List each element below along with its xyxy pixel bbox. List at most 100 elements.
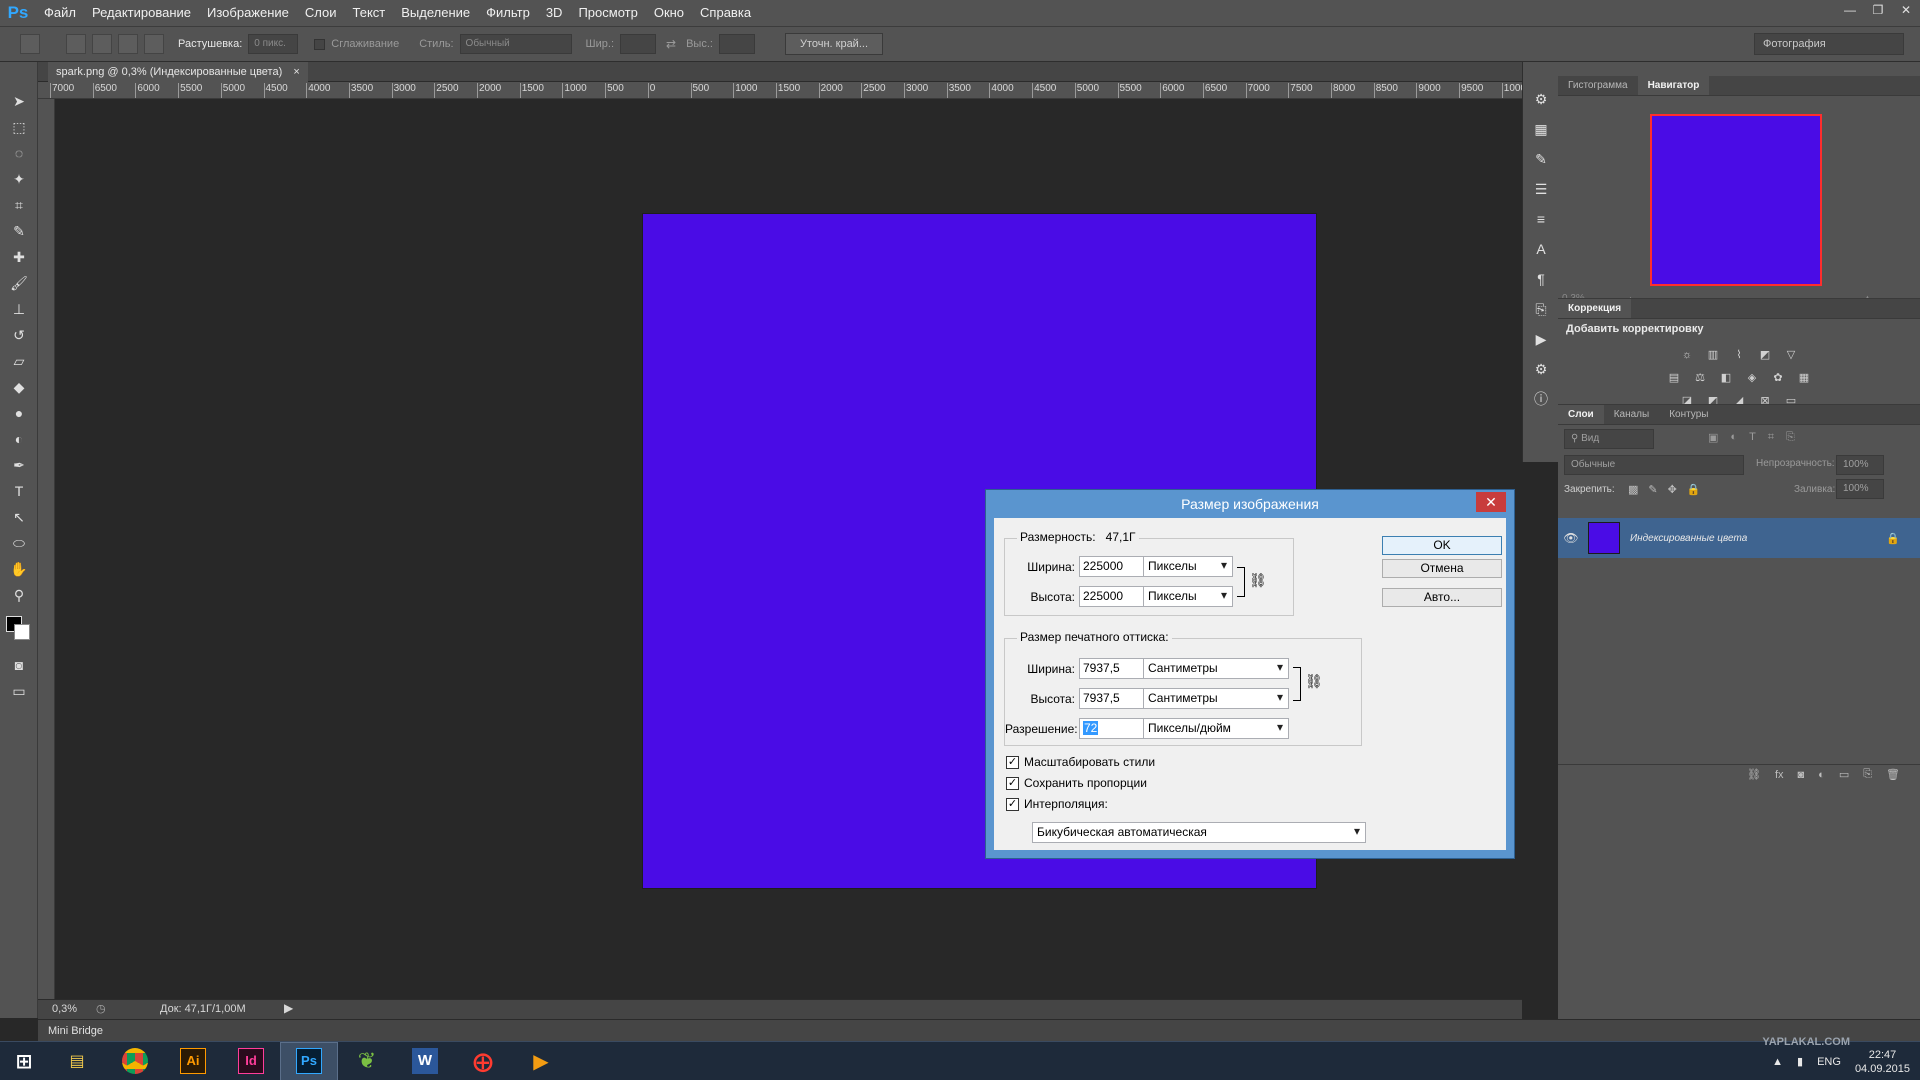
document-tab[interactable]: spark.png @ 0,3% (Индексированные цвета)… [48, 62, 308, 82]
acrobat-icon[interactable]: ⨁ [454, 1042, 512, 1080]
menu-view[interactable]: Просмотр [570, 0, 645, 26]
path-select-icon[interactable]: ↖ [0, 504, 38, 530]
close-icon[interactable]: ✕ [1892, 0, 1920, 20]
actions-panel-icon[interactable]: ▶ [1523, 324, 1559, 354]
menu-window[interactable]: Окно [646, 0, 692, 26]
restore-icon[interactable]: ❐ [1864, 0, 1892, 20]
paint-bucket-icon[interactable]: ◆ [0, 374, 38, 400]
doc-width-unit[interactable]: Сантиметры [1143, 658, 1289, 679]
vibrance-icon[interactable]: ▽ [1783, 349, 1799, 362]
resolution-field[interactable]: 72 [1079, 718, 1149, 739]
lock-all-icon[interactable]: 🔒 [1687, 483, 1701, 496]
tab-adjustments[interactable]: Коррекция [1558, 299, 1632, 318]
status-arrow-icon[interactable]: ▶ [284, 1001, 293, 1015]
move-tool-icon[interactable]: ➤ [0, 88, 38, 114]
filter-adjust-icon[interactable]: ◐ [1730, 431, 1737, 444]
evernote-icon[interactable]: ❦ [338, 1042, 396, 1080]
style-select[interactable]: Обычный [459, 34, 572, 54]
hue-saturation-icon[interactable]: ▤ [1666, 372, 1682, 385]
menu-text[interactable]: Текст [345, 0, 394, 26]
zoom-level[interactable]: 0,3% [52, 1003, 77, 1015]
menu-help[interactable]: Справка [692, 0, 759, 26]
tab-layers[interactable]: Слои [1558, 405, 1604, 424]
lock-position-icon[interactable]: ✥ [1668, 483, 1677, 496]
stamp-tool-icon[interactable]: ⊥ [0, 296, 38, 322]
antialias-checkbox[interactable] [314, 38, 326, 50]
character-panel-icon[interactable]: A [1523, 234, 1559, 264]
navigator-thumbnail[interactable] [1650, 114, 1822, 286]
zoom-tool-icon[interactable]: ⚲ [0, 582, 38, 608]
black-white-icon[interactable]: ◧ [1718, 372, 1734, 385]
ok-button[interactable]: OK [1382, 536, 1502, 555]
eraser-tool-icon[interactable]: ▱ [0, 348, 38, 374]
filter-smart-icon[interactable]: ⎘ [1786, 431, 1795, 444]
channel-mixer-icon[interactable]: ✿ [1770, 372, 1786, 385]
layer-row[interactable]: 👁 Индексированные цвета 🔒 [1558, 518, 1920, 558]
height-field[interactable] [718, 34, 755, 54]
background-color[interactable] [14, 624, 30, 640]
visibility-eye-icon[interactable]: 👁 [1558, 531, 1584, 545]
menu-filter[interactable]: Фильтр [478, 0, 538, 26]
lock-transparent-icon[interactable]: ▩ [1628, 483, 1638, 496]
properties-panel-icon[interactable]: ⚙ [1523, 354, 1559, 384]
clock[interactable]: 22:47 04.09.2015 [1855, 1048, 1910, 1076]
feather-field[interactable]: 0 пикс. [248, 34, 299, 54]
network-icon[interactable]: ▮ [1797, 1055, 1803, 1068]
fill-field[interactable]: 100% [1836, 479, 1884, 499]
adjustment-layer-icon[interactable]: ◐ [1818, 769, 1825, 781]
layer-mask-icon[interactable]: ◙ [1798, 769, 1805, 781]
tool-presets-icon[interactable]: ☰ [1523, 174, 1559, 204]
marquee-tool-icon[interactable]: ⬚ [0, 114, 38, 140]
swap-icon[interactable]: ⇄ [666, 37, 676, 51]
doc-height-field[interactable]: 7937,5 [1079, 688, 1149, 709]
tab-histogram[interactable]: Гистограмма [1558, 76, 1638, 95]
ellipse-tool-icon[interactable]: ⬭ [0, 530, 38, 556]
scale-styles-checkbox[interactable]: ✓ [1006, 756, 1019, 769]
menu-file[interactable]: Файл [36, 0, 84, 26]
new-selection-icon[interactable] [66, 34, 86, 54]
constrain-checkbox[interactable]: ✓ [1006, 777, 1019, 790]
new-group-icon[interactable]: ▭ [1839, 768, 1849, 781]
width-field[interactable] [620, 34, 657, 54]
brightness-icon[interactable]: ☼ [1679, 349, 1695, 362]
filter-pixel-icon[interactable]: ▣ [1708, 431, 1718, 444]
layer-filter-select[interactable]: ⚲ Вид [1564, 429, 1654, 449]
auto-button[interactable]: Авто... [1382, 588, 1502, 607]
tab-navigator[interactable]: Навигатор [1637, 76, 1710, 95]
resolution-unit[interactable]: Пикселы/дюйм [1143, 718, 1289, 739]
lock-pixels-icon[interactable]: ✎ [1648, 483, 1657, 496]
media-player-icon[interactable]: ▶ [512, 1042, 570, 1080]
filter-shape-icon[interactable]: ⌗ [1768, 431, 1774, 444]
photoshop-icon[interactable]: Ps [280, 1041, 338, 1080]
screen-mode-icon[interactable]: ▭ [0, 678, 38, 704]
exposure-icon[interactable]: ◩ [1757, 349, 1773, 362]
hand-tool-icon[interactable]: ✋ [0, 556, 38, 582]
blend-mode-select[interactable]: Обычные [1564, 455, 1744, 475]
paragraph-panel-icon[interactable]: ¶ [1523, 264, 1559, 294]
minimize-icon[interactable]: — [1836, 0, 1864, 20]
menu-edit[interactable]: Редактирование [84, 0, 199, 26]
refine-edge-button[interactable]: Уточн. край... [784, 33, 883, 55]
workspace-select[interactable]: Фотография [1754, 33, 1904, 55]
explorer-icon[interactable]: ▤ [48, 1042, 106, 1080]
indesign-icon[interactable]: Id [222, 1042, 280, 1080]
menu-image[interactable]: Изображение [199, 0, 297, 26]
filter-type-icon[interactable]: T [1749, 431, 1756, 444]
chrome-icon[interactable] [106, 1042, 164, 1080]
doc-width-field[interactable]: 7937,5 [1079, 658, 1149, 679]
quick-mask-icon[interactable]: ◙ [0, 652, 38, 678]
pen-tool-icon[interactable]: ✒ [0, 452, 38, 478]
photo-filter-icon[interactable]: ◈ [1744, 372, 1760, 385]
intersect-selection-icon[interactable] [144, 34, 164, 54]
menu-3d[interactable]: 3D [538, 0, 571, 26]
status-info-icon[interactable]: ◷ [96, 1002, 106, 1015]
delete-layer-icon[interactable]: 🗑 [1886, 768, 1900, 781]
info-panel-icon[interactable]: ⓘ [1523, 384, 1559, 414]
resample-method-select[interactable]: Бикубическая автоматическая [1032, 822, 1366, 843]
language-indicator[interactable]: ENG [1817, 1056, 1841, 1068]
doc-height-unit[interactable]: Сантиметры [1143, 688, 1289, 709]
mini-bridge-bar[interactable]: Mini Bridge [38, 1019, 1920, 1041]
add-selection-icon[interactable] [92, 34, 112, 54]
layer-style-icon[interactable]: fx [1775, 769, 1784, 781]
new-layer-icon[interactable]: ⎘ [1863, 768, 1872, 781]
